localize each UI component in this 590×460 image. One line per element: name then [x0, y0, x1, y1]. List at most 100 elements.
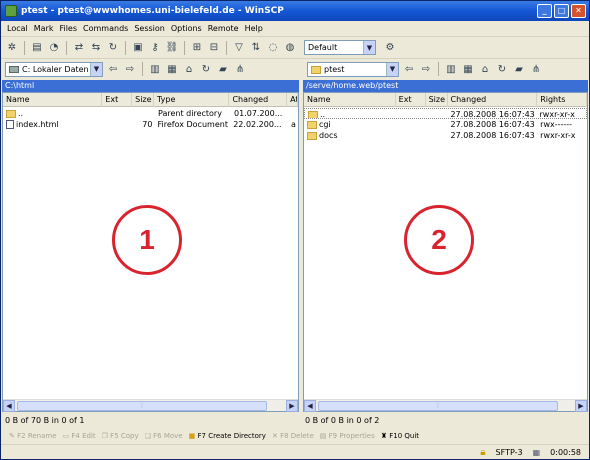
file-rights: rwxr-xr-x [539, 110, 575, 118]
explorer-icon[interactable]: ▤ [30, 41, 44, 55]
scroll-thumb[interactable]: ⋮ [17, 401, 267, 411]
file-rights: rwxr-xr-x [540, 131, 576, 140]
refresh-icon[interactable]: ↻ [495, 62, 509, 76]
compare-icon[interactable]: ⇆ [89, 41, 103, 55]
forward-icon[interactable]: ⇨ [123, 62, 137, 76]
f2-rename-button[interactable]: ✎ F2 Rename [9, 432, 57, 440]
file-name: cgi [319, 120, 331, 129]
home-icon[interactable]: ⌂ [478, 62, 492, 76]
status-bar: 🔒︎ SFTP-3 ▦ 0:00:58 [1, 444, 589, 460]
queue-icon[interactable]: ◔ [47, 41, 61, 55]
menu-options[interactable]: Options [171, 24, 202, 33]
file-name: docs [319, 131, 338, 140]
menu-commands[interactable]: Commands [83, 24, 128, 33]
column-name[interactable]: Name [304, 93, 396, 107]
chevron-down-icon[interactable]: ▼ [90, 62, 102, 76]
folder-up-icon [308, 110, 318, 118]
toolbar-separator [125, 40, 126, 55]
column-ext[interactable]: Ext [396, 93, 426, 107]
file-name: index.html [16, 120, 59, 129]
tree-icon[interactable]: ⋔ [529, 62, 543, 76]
column-type[interactable]: Type [154, 93, 230, 107]
filter-icon[interactable]: ▽ [232, 41, 246, 55]
scroll-left-icon[interactable]: ◀ [3, 400, 15, 412]
remote-horizontal-scrollbar[interactable]: ◀ ⋮ ▶ [304, 399, 587, 412]
lock-icon: 🔒︎ [480, 447, 486, 458]
root-dir-icon[interactable]: ▦ [165, 62, 179, 76]
refresh-icon[interactable]: ↻ [199, 62, 213, 76]
f7-create-directory-button[interactable]: ■ F7 Create Directory [189, 432, 266, 440]
sort-icon[interactable]: ⇅ [249, 41, 263, 55]
f5-copy-button[interactable]: ❐ F5 Copy [102, 432, 139, 440]
column-ext[interactable]: Ext [102, 93, 133, 107]
toolbar-separator [66, 40, 67, 55]
chevron-down-icon[interactable]: ▼ [386, 62, 398, 76]
remote-dir-select[interactable]: ptest ▼ [307, 61, 399, 77]
menu-files[interactable]: Files [59, 24, 77, 33]
refresh-icon[interactable]: ↻ [106, 41, 120, 55]
f6-move-button[interactable]: ❏ F6 Move [145, 432, 183, 440]
back-icon[interactable]: ⇦ [106, 62, 120, 76]
scroll-right-icon[interactable]: ▶ [575, 400, 587, 412]
scroll-right-icon[interactable]: ▶ [286, 400, 298, 412]
f10-quit-button[interactable]: ♜ F10 Quit [381, 432, 419, 440]
winscp-window: ptest - ptest@wwwhomes.uni-bielefeld.de … [0, 0, 590, 460]
tree-icon[interactable]: ⋔ [233, 62, 247, 76]
column-changed[interactable]: Changed [448, 93, 538, 107]
column-attr[interactable]: At [287, 93, 299, 107]
scroll-left-icon[interactable]: ◀ [304, 400, 316, 412]
file-rights: rwx------ [540, 120, 573, 129]
home-icon[interactable]: ⌂ [182, 62, 196, 76]
chevron-down-icon[interactable]: ▼ [363, 41, 375, 54]
bookmark-icon[interactable]: ▰ [512, 62, 526, 76]
column-rights[interactable]: Rights [537, 93, 588, 107]
f9-properties-button[interactable]: ▤ F9 Properties [320, 432, 375, 440]
menu-help[interactable]: Help [245, 24, 263, 33]
connect-icon[interactable]: ⛓ [165, 41, 179, 55]
local-drive-value: C: Lokaler Daten [22, 64, 89, 74]
terminal-icon[interactable]: ▣ [131, 41, 145, 55]
remote-status-text: 0 B of 0 B in 0 of 2 [305, 416, 380, 425]
preferences-icon[interactable]: ⚙ [383, 41, 397, 55]
column-size[interactable]: Size [132, 93, 154, 107]
column-size[interactable]: Size [426, 93, 448, 107]
local-nav-bar: C: Lokaler Daten ▼ ⇦ ⇨ ▥ ▦ ⌂ ↻ ▰ ⋔ [1, 59, 299, 79]
table-row[interactable]: docs 27.08.2008 16:07:43 rwxr-xr-x [304, 130, 587, 141]
table-row[interactable]: index.html 70 Firefox Document 22.02.200… [3, 119, 298, 130]
parent-dir-icon[interactable]: ▥ [148, 62, 162, 76]
close-button[interactable]: ✕ [571, 4, 586, 18]
column-changed[interactable]: Changed [229, 93, 288, 107]
menu-remote[interactable]: Remote [208, 24, 239, 33]
f4-edit-button[interactable]: ▭ F4 Edit [63, 432, 96, 440]
maximize-button[interactable]: □ [554, 4, 569, 18]
info-icon[interactable]: ◌ [266, 41, 280, 55]
properties-icon: ▤ [319, 432, 327, 440]
table-row[interactable]: cgi 27.08.2008 16:07:43 rwx------ [304, 119, 587, 130]
table-row[interactable]: .. 27.08.2008 16:07:43 rwxr-xr-x [304, 108, 587, 119]
gear-icon[interactable]: ✲ [5, 41, 19, 55]
unselect-icon[interactable]: ⊟ [207, 41, 221, 55]
root-dir-icon[interactable]: ▦ [461, 62, 475, 76]
quit-icon: ♜ [380, 432, 388, 440]
transfer-profile-select[interactable]: Default ▼ [304, 40, 376, 55]
column-name[interactable]: Name [3, 93, 103, 107]
f8-delete-button[interactable]: ✕ F8 Delete [272, 432, 314, 440]
move-icon: ❏ [144, 432, 151, 440]
scroll-thumb[interactable]: ⋮ [318, 401, 558, 411]
table-row[interactable]: .. Parent directory 01.07.200... [3, 108, 298, 119]
local-horizontal-scrollbar[interactable]: ◀ ⋮ ▶ [3, 399, 298, 412]
synchronize-icon[interactable]: ⇄ [72, 41, 86, 55]
menu-session[interactable]: Session [134, 24, 165, 33]
menu-mark[interactable]: Mark [34, 24, 54, 33]
key-icon[interactable]: ⚷ [148, 41, 162, 55]
menu-local[interactable]: Local [7, 24, 28, 33]
help-icon[interactable]: ◍ [283, 41, 297, 55]
select-all-icon[interactable]: ⊞ [190, 41, 204, 55]
delete-icon: ✕ [271, 432, 278, 440]
local-drive-select[interactable]: C: Lokaler Daten ▼ [5, 61, 103, 77]
minimize-button[interactable]: _ [537, 4, 552, 18]
forward-icon[interactable]: ⇨ [419, 62, 433, 76]
back-icon[interactable]: ⇦ [402, 62, 416, 76]
parent-dir-icon[interactable]: ▥ [444, 62, 458, 76]
bookmark-icon[interactable]: ▰ [216, 62, 230, 76]
